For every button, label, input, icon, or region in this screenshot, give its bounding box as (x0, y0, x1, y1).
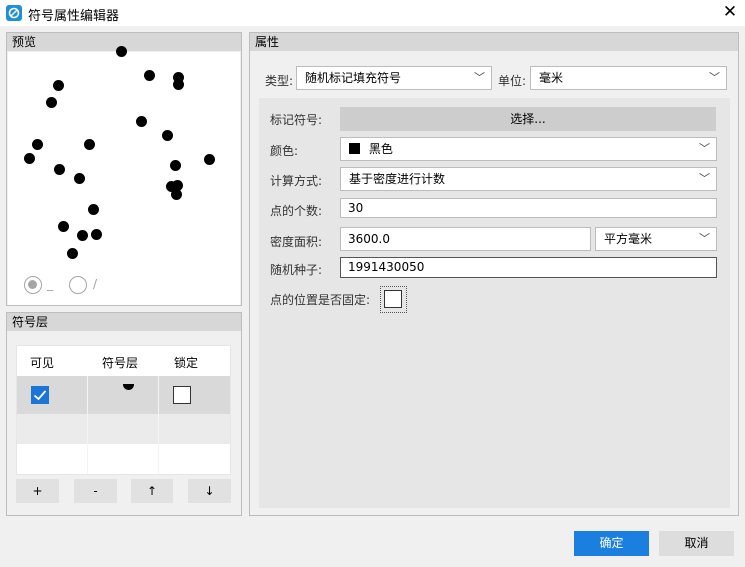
color-swatch (349, 143, 360, 154)
column-divider (158, 376, 159, 474)
radio-option-slash[interactable] (69, 276, 87, 294)
properties-header: 属性 (250, 33, 738, 51)
window-title: 符号属性编辑器 (28, 9, 120, 24)
unit-value: 毫米 (539, 71, 564, 85)
radio-label-slash: / (93, 277, 98, 291)
marker-label: 标记符号: (270, 113, 323, 127)
preview-dot (173, 79, 184, 90)
preview-dot (144, 70, 155, 81)
chevron-down-icon: ﹀ (699, 172, 710, 185)
col-header-lock: 锁定 (174, 356, 199, 370)
density-area-label: 密度面积: (270, 235, 323, 249)
preview-dot (67, 248, 78, 259)
preview-dot (54, 164, 65, 175)
close-icon[interactable]: ✕ (721, 2, 739, 22)
preview-dot (46, 97, 57, 108)
type-value: 随机标记填充符号 (305, 71, 402, 85)
point-count-input[interactable]: 30 (340, 198, 717, 218)
symbol-layer-panel: 符号层 可见 符号层 锁定 + - ↑ ↓ (6, 312, 242, 516)
table-row (17, 414, 230, 444)
preview-dot (171, 189, 182, 200)
col-header-layer: 符号层 (102, 356, 139, 370)
preview-dot (91, 229, 102, 240)
random-seed-input[interactable]: 1991430050 (340, 257, 717, 278)
properties-subpanel: 标记符号: 选择... 颜色: 黑色 ﹀ 计算方式: 基于密度进行计数 ﹀ 点的… (259, 98, 730, 508)
check-icon (33, 390, 47, 401)
preview-dot (162, 130, 173, 141)
type-dropdown[interactable]: 随机标记填充符号 ﹀ (296, 66, 492, 90)
density-area-input[interactable]: 3600.0 (340, 227, 591, 251)
select-marker-button[interactable]: 选择... (340, 107, 716, 131)
preview-panel: 预览 _ / (6, 32, 242, 306)
type-label: 类型: (265, 74, 294, 88)
radio-option-underscore[interactable] (24, 276, 42, 294)
area-unit-dropdown[interactable]: 平方毫米 ﹀ (595, 227, 717, 251)
preview-dot (24, 153, 35, 164)
preview-dot (116, 46, 127, 57)
layer-lock-checkbox[interactable] (173, 386, 191, 404)
fixed-position-checkbox[interactable] (384, 290, 402, 308)
random-seed-label: 随机种子: (270, 263, 323, 277)
chevron-down-icon: ﹀ (699, 142, 710, 155)
symbol-layer-header: 符号层 (7, 313, 241, 331)
ok-button[interactable]: 确定 (574, 531, 649, 556)
color-label: 颜色: (270, 144, 299, 158)
area-unit-value: 平方毫米 (604, 232, 653, 246)
color-dropdown[interactable]: 黑色 ﹀ (340, 137, 717, 161)
chevron-down-icon: ﹀ (709, 71, 720, 84)
chevron-down-icon: ﹀ (474, 71, 485, 84)
column-divider (87, 376, 88, 474)
color-value: 黑色 (368, 142, 393, 156)
chevron-down-icon: ﹀ (699, 232, 710, 245)
preview-dot (204, 154, 215, 165)
fixed-position-label: 点的位置是否固定: (270, 293, 371, 307)
preview-dot (58, 221, 69, 232)
calc-method-dropdown[interactable]: 基于密度进行计数 ﹀ (340, 167, 717, 191)
properties-panel: 属性 类型: 随机标记填充符号 ﹀ 单位: 毫米 ﹀ 标记符号: 选择... 颜… (249, 32, 739, 516)
radio-selected-dot (28, 280, 37, 289)
layer-visible-checkbox[interactable] (31, 386, 49, 404)
move-down-button[interactable]: ↓ (188, 479, 231, 503)
add-layer-button[interactable]: + (16, 479, 59, 503)
preview-dot (77, 230, 88, 241)
preview-dot (170, 160, 181, 171)
unit-dropdown[interactable]: 毫米 ﹀ (530, 66, 727, 90)
col-header-visible: 可见 (30, 356, 55, 370)
point-count-label: 点的个数: (270, 204, 323, 218)
preview-dot (53, 80, 64, 91)
preview-dot (88, 204, 99, 215)
preview-dot (32, 139, 43, 150)
unit-label: 单位: (498, 74, 527, 88)
radio-label-underscore: _ (47, 277, 53, 291)
layer-table: 可见 符号层 锁定 (16, 345, 231, 475)
table-row (17, 444, 230, 474)
app-logo-icon (6, 5, 22, 21)
title-bar: 符号属性编辑器 ✕ (0, 0, 745, 26)
preview-dot (136, 116, 147, 127)
move-up-button[interactable]: ↑ (131, 479, 173, 503)
remove-layer-button[interactable]: - (74, 479, 117, 503)
calc-method-label: 计算方式: (270, 174, 323, 188)
preview-canvas: _ / (8, 46, 240, 305)
calc-method-value: 基于密度进行计数 (349, 172, 446, 186)
cancel-button[interactable]: 取消 (659, 531, 734, 556)
preview-dot (74, 173, 85, 184)
preview-dot (84, 139, 95, 150)
